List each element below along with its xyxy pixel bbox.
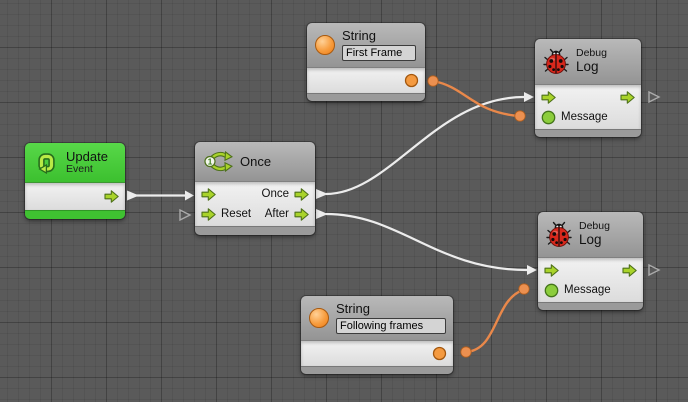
- node-title: Update: [66, 150, 108, 164]
- node-once[interactable]: 1 Once Once Reset After: [195, 142, 315, 235]
- flow-output-port[interactable]: [622, 264, 637, 277]
- node-string-following[interactable]: String: [301, 296, 453, 374]
- reset-input-port[interactable]: [201, 208, 216, 221]
- node-string-first[interactable]: String: [307, 23, 425, 101]
- node-debug-log-top[interactable]: Debug Log Message: [535, 39, 641, 137]
- node-title: Log: [576, 60, 607, 75]
- wire-once-to-debug-top[interactable]: [316, 92, 534, 199]
- debug-message-row: Message: [538, 280, 643, 300]
- unconnected-indicator-debug-bottom-out: [649, 265, 659, 275]
- reset-in-label: Reset: [221, 208, 251, 220]
- once-loop-icon: 1: [203, 149, 233, 174]
- debug-message-row: Message: [535, 107, 641, 127]
- wire-string-following-to-message[interactable]: [461, 284, 529, 357]
- node-subtitle: Event: [66, 164, 108, 176]
- string-type-icon: [315, 35, 335, 55]
- flow-input-port[interactable]: [544, 264, 559, 277]
- after-output-port[interactable]: [294, 208, 309, 221]
- graph-canvas[interactable]: Update Event 1: [0, 0, 688, 402]
- once-row-once: Once: [195, 184, 315, 204]
- once-out-label: Once: [262, 188, 290, 200]
- string-value-field[interactable]: [342, 45, 416, 61]
- message-input-port[interactable]: [541, 110, 556, 125]
- node-update-event[interactable]: Update Event: [25, 143, 125, 219]
- once-badge: 1: [208, 156, 213, 166]
- node-debug-log-bottom[interactable]: Debug Log Message: [538, 212, 643, 310]
- node-title: Log: [579, 233, 610, 248]
- once-row-reset-after: Reset After: [195, 204, 315, 224]
- string-output-port[interactable]: [432, 346, 447, 361]
- node-title: String: [336, 302, 446, 316]
- update-loop-icon: [33, 150, 59, 176]
- flow-output-port[interactable]: [620, 91, 635, 104]
- flow-input-port[interactable]: [541, 91, 556, 104]
- string-value-field[interactable]: [336, 318, 446, 334]
- ladybug-icon: [546, 221, 572, 248]
- message-label: Message: [564, 284, 611, 296]
- once-output-port[interactable]: [294, 188, 309, 201]
- wire-after-to-debug-bottom[interactable]: [316, 209, 537, 275]
- string-type-icon: [309, 308, 329, 328]
- debug-flow-row: [538, 260, 643, 280]
- ladybug-icon: [543, 48, 569, 75]
- message-label: Message: [561, 111, 608, 123]
- debug-flow-row: [535, 87, 641, 107]
- flow-input-port[interactable]: [201, 188, 216, 201]
- flow-output-port[interactable]: [104, 190, 119, 203]
- string-output-port[interactable]: [404, 73, 419, 88]
- node-title: Once: [240, 155, 271, 169]
- node-title: String: [342, 29, 416, 43]
- unconnected-indicator-reset: [180, 210, 190, 220]
- message-input-port[interactable]: [544, 283, 559, 298]
- wire-update-to-once[interactable]: [127, 191, 194, 201]
- unconnected-indicator-debug-top-out: [649, 92, 659, 102]
- after-out-label: After: [265, 208, 289, 220]
